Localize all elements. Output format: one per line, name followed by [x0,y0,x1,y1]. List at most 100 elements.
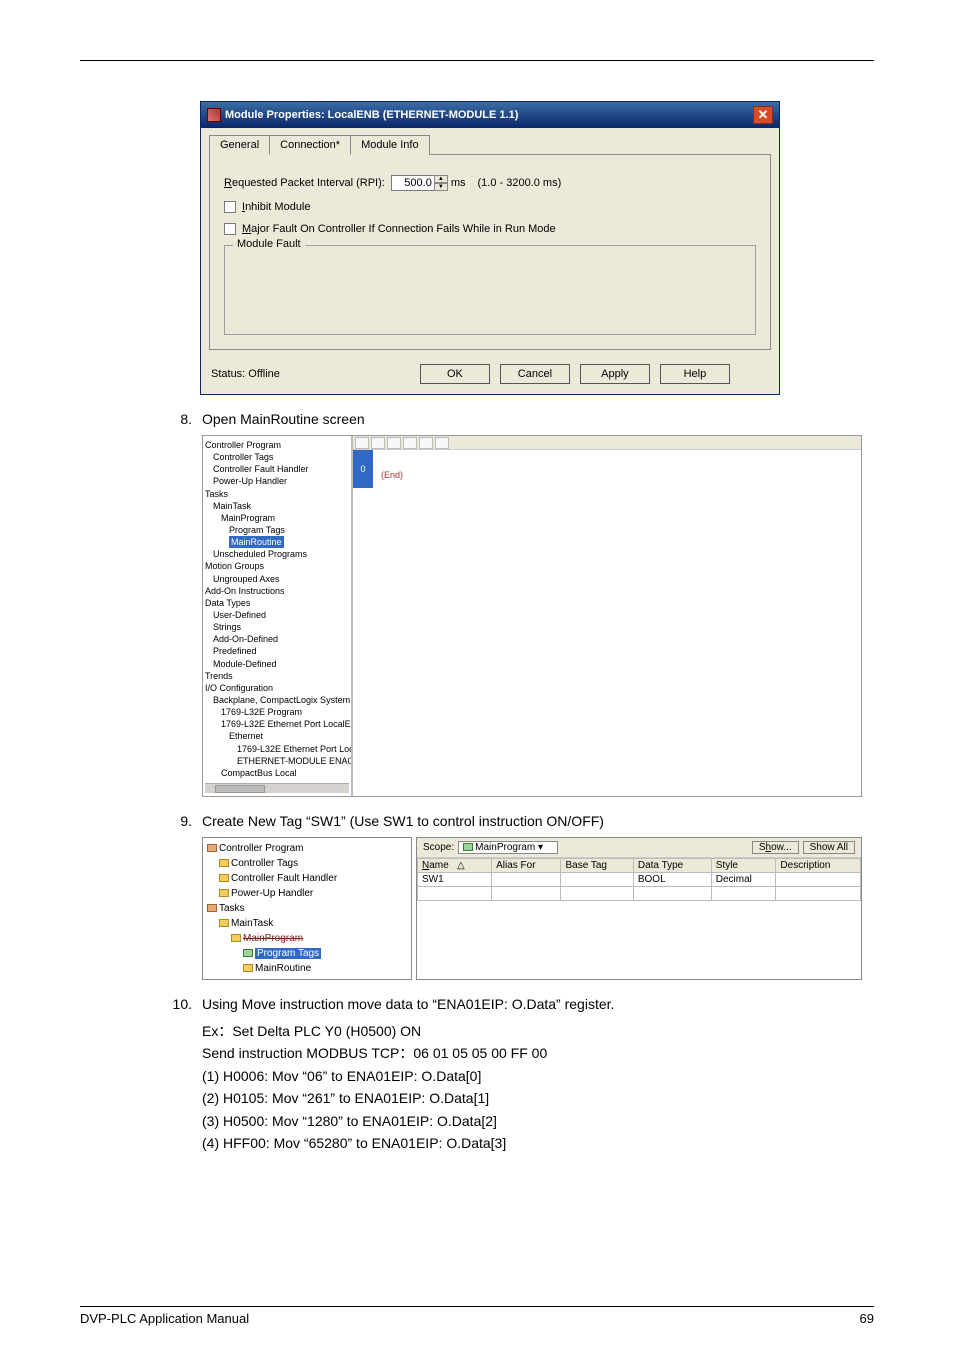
tag-table-panel: Scope: MainProgram ▾ Show... Show All Na… [416,837,862,980]
table-row [418,886,861,900]
tree-item[interactable]: Controller Program [205,439,349,451]
tree-item[interactable]: MainTask [207,916,407,931]
tree-item[interactable]: ETHERNET-MODULE ENA01EIP [205,755,349,767]
tree-item[interactable]: I/O Configuration [205,682,349,694]
tree-scrollbar[interactable] [205,783,349,793]
step-9-text: Create New Tag “SW1” (Use SW1 to control… [202,813,604,829]
tree-item[interactable]: Power-Up Handler [205,475,349,487]
dialog-titlebar: Module Properties: LocalENB (ETHERNET-MO… [201,102,779,128]
cell-base[interactable] [561,872,633,886]
cell-style[interactable]: Decimal [711,872,776,886]
tree-item[interactable]: Controller Tags [205,451,349,463]
column-header[interactable]: Data Type [633,858,711,872]
column-header[interactable]: Description [776,858,861,872]
ok-button[interactable]: OK [420,364,490,384]
module-properties-dialog: Module Properties: LocalENB (ETHERNET-MO… [200,101,780,395]
tree-item[interactable]: MainTask [205,500,349,512]
tab-module-info[interactable]: Module Info [350,135,429,155]
top-rule [80,60,874,61]
tree-item[interactable]: 1769-L32E Ethernet Port LocalENB [205,718,349,730]
rpi-range: (1.0 - 3200.0 ms) [477,177,561,189]
tool-icon[interactable] [403,437,417,449]
apply-button[interactable]: Apply [580,364,650,384]
tree-item[interactable]: Trends [205,670,349,682]
module-fault-group: Module Fault [224,245,756,335]
help-button[interactable]: Help [660,364,730,384]
rpi-spinner[interactable]: ▲ ▼ [434,175,448,191]
tree-item[interactable]: Program Tags [207,946,407,961]
tree-item[interactable]: Controller Fault Handler [205,463,349,475]
rung-number[interactable]: 0 [353,450,373,488]
tree-item[interactable]: Add-On Instructions [205,585,349,597]
cancel-button[interactable]: Cancel [500,364,570,384]
tree-item[interactable]: Tasks [207,901,407,916]
tree-item[interactable]: Strings [205,621,349,633]
spinner-down-icon[interactable]: ▼ [434,183,448,191]
step-8-text: Open MainRoutine screen [202,411,365,427]
cell-alias[interactable] [492,872,561,886]
tab-connection[interactable]: Connection* [269,135,351,155]
cell-name[interactable]: SW1 [418,872,492,886]
cell-type[interactable]: BOOL [633,872,711,886]
app-icon [207,108,221,122]
tree-item[interactable]: Backplane, CompactLogix System [205,694,349,706]
tree-item[interactable]: Program Tags [205,524,349,536]
tree-item[interactable]: MainRoutine [207,961,407,976]
rpi-label: Requested Packet Interval (RPI): [224,177,385,189]
tree-item[interactable]: Controller Program [207,841,407,856]
step-10: 10. Using Move instruction move data to … [164,996,874,1012]
tree-item[interactable]: Ungrouped Axes [205,573,349,585]
tree-item[interactable]: CompactBus Local [205,767,349,779]
tree-item[interactable]: 1769-L32E Ethernet Port LocalENB [205,743,349,755]
project-tree[interactable]: Controller ProgramController TagsControl… [203,436,353,796]
column-header[interactable]: Style [711,858,776,872]
page-footer: DVP-PLC Application Manual 69 [80,1306,874,1326]
tree-item[interactable]: Controller Fault Handler [207,871,407,886]
status-label: Status: Offline [211,368,280,380]
tree-item[interactable]: Power-Up Handler [207,886,407,901]
cell-desc[interactable] [776,872,861,886]
tree-item[interactable]: 1769-L32E Program [205,706,349,718]
step-8-num: 8. [164,411,192,427]
tree-item[interactable]: Data Types [205,597,349,609]
tree-item[interactable]: User-Defined [205,609,349,621]
scope-dropdown[interactable]: MainProgram ▾ [458,841,558,854]
showall-button[interactable]: Show All [803,841,855,854]
connection-panel: Requested Packet Interval (RPI): ▲ ▼ ms … [209,154,771,350]
tool-icon[interactable] [419,437,433,449]
close-icon[interactable]: ✕ [753,106,773,124]
majorfault-checkbox[interactable] [224,223,236,235]
spinner-up-icon[interactable]: ▲ [434,175,448,183]
inhibit-label: Inhibit Module [242,201,311,213]
project-tree-2[interactable]: Controller ProgramController TagsControl… [202,837,412,980]
footer-title: DVP-PLC Application Manual [80,1311,249,1326]
tree-item[interactable]: Module-Defined [205,658,349,670]
tag-grid[interactable]: Name △Alias ForBase TagData TypeStyleDes… [417,858,861,901]
tree-item[interactable]: MainRoutine [205,536,349,548]
tag-toolbar: Scope: MainProgram ▾ Show... Show All [417,838,861,858]
tree-item[interactable]: Predefined [205,645,349,657]
tree-item[interactable]: MainProgram [207,931,407,946]
rpi-input[interactable] [391,175,435,191]
column-header[interactable]: Name △ [418,858,492,872]
step-10-text: Using Move instruction move data to “ENA… [202,996,614,1012]
tool-icon[interactable] [387,437,401,449]
inhibit-checkbox[interactable] [224,201,236,213]
tool-icon[interactable] [371,437,385,449]
tree-item[interactable]: Unscheduled Programs [205,548,349,560]
column-header[interactable]: Base Tag [561,858,633,872]
tab-general[interactable]: General [209,135,270,155]
tree-item[interactable]: Motion Groups [205,560,349,572]
tree-item[interactable]: Add-On-Defined [205,633,349,645]
column-header[interactable]: Alias For [492,858,561,872]
tree-item[interactable]: Tasks [205,488,349,500]
tree-item[interactable]: Controller Tags [207,856,407,871]
tree-item[interactable]: MainProgram [205,512,349,524]
tool-icon[interactable] [435,437,449,449]
show-button[interactable]: Show... [752,841,799,854]
body-line: (4) HFF00: Mov “65280” to ENA01EIP: O.Da… [202,1132,874,1154]
tool-icon[interactable] [355,437,369,449]
step-8: 8. Open MainRoutine screen [164,411,874,427]
tree-item[interactable]: Ethernet [205,730,349,742]
tag-editor-screenshot: Controller ProgramController TagsControl… [202,837,862,980]
